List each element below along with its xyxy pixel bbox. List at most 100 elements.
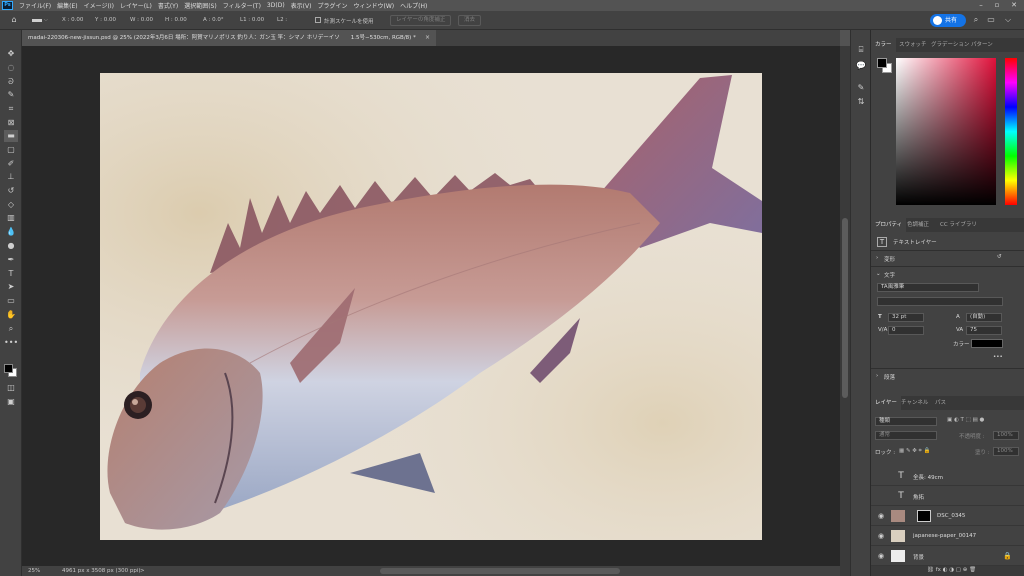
leading-field[interactable]: (自動)	[966, 313, 1002, 322]
color-picker-field[interactable]	[896, 58, 996, 205]
reset-icon[interactable]: ↺	[997, 254, 1002, 260]
font-size-field[interactable]: 32 pt	[888, 313, 924, 322]
font-style-select[interactable]	[877, 297, 1003, 306]
zoom-level[interactable]: 25%	[28, 566, 40, 576]
menu-plugins[interactable]: プラグイン	[314, 1, 350, 10]
tab-adjustments[interactable]: 色調補正	[903, 218, 933, 232]
crop-tool-icon[interactable]: ⌗	[4, 103, 18, 115]
fg-color-chip[interactable]	[877, 58, 887, 68]
marquee-tool-icon[interactable]: ◌	[4, 62, 18, 74]
tab-swatches[interactable]: スウォッチ	[895, 38, 931, 52]
blend-mode-select[interactable]: 通常	[875, 431, 937, 440]
clone-stamp-icon[interactable]: ⊥	[4, 171, 18, 183]
layer-filter-icons[interactable]: ▣ ◐ T ⬚ ▤ ●	[947, 417, 984, 423]
menu-image[interactable]: イメージ(I)	[81, 1, 117, 10]
home-icon[interactable]: ⌂	[9, 15, 19, 25]
clear-button[interactable]: 消去	[458, 15, 482, 26]
pen-tool-icon[interactable]: ✒	[4, 254, 18, 266]
menu-edit[interactable]: 編集(E)	[54, 1, 80, 10]
vertical-scrollbar[interactable]	[842, 218, 848, 398]
shape-tool-icon[interactable]: ▭	[4, 295, 18, 307]
tab-properties[interactable]: プロパティ	[871, 218, 907, 232]
paragraph-chevron-icon[interactable]: ›	[876, 373, 878, 379]
straighten-layer-button[interactable]: レイヤーの角度補正	[390, 15, 452, 26]
quick-mask-icon[interactable]: ◫	[4, 382, 18, 394]
status-arrow-icon[interactable]: >	[140, 566, 145, 576]
layer-mask-thumbnail[interactable]	[917, 510, 931, 522]
layer-row[interactable]: ◉ japanese-paper_00147	[871, 527, 1024, 546]
tab-close-icon[interactable]: ×	[425, 30, 430, 46]
tab-color[interactable]: カラー	[871, 38, 896, 52]
lock-icons[interactable]: ▦ ✎ ✥ ⌗ 🔒	[899, 448, 930, 455]
quick-select-tool-icon[interactable]: ✎	[4, 89, 18, 101]
frame-tool-icon[interactable]: ⊠	[4, 117, 18, 129]
layer-action-icons[interactable]: ⛓ fx ◐ ◑ ▢ ⊕ 🗑	[927, 567, 976, 573]
lasso-tool-icon[interactable]: ᘐ	[4, 76, 18, 88]
menu-type[interactable]: 書式(Y)	[155, 1, 181, 10]
close-window-icon[interactable]: ✕	[1008, 0, 1020, 11]
text-color-swatch[interactable]	[971, 339, 1003, 348]
font-family-select[interactable]: TA風雅筆	[877, 283, 979, 292]
menu-help[interactable]: ヘルプ(H)	[397, 1, 430, 10]
ruler-tool-icon[interactable]: ▬	[4, 130, 18, 142]
comment-icon[interactable]: 💬	[855, 60, 867, 72]
tool-preset-chevron-icon[interactable]: ⌵	[44, 17, 48, 23]
menu-window[interactable]: ウィンドウ(W)	[350, 1, 397, 10]
opacity-field[interactable]: 100%	[993, 431, 1019, 440]
visibility-eye-icon[interactable]: ◉	[877, 552, 885, 560]
tracking-field[interactable]: 0	[888, 326, 924, 335]
layer-row[interactable]: ◉ DSC_0345	[871, 507, 1024, 526]
workspace-chevron-icon[interactable]: ⌵	[1003, 15, 1013, 25]
type-tool-icon[interactable]: T	[4, 268, 18, 280]
photoshop-logo[interactable]: Ps	[2, 1, 13, 10]
fill-field[interactable]: 100%	[993, 447, 1019, 456]
history-brush-icon[interactable]: ↺	[4, 185, 18, 197]
path-select-icon[interactable]: ➤	[4, 281, 18, 293]
text-section-chevron-icon[interactable]: ⌄	[876, 271, 881, 277]
layer-row[interactable]: T 全長: 49cm	[871, 467, 1024, 486]
adjust-icon[interactable]: ⇅	[855, 96, 867, 108]
move-tool-icon[interactable]: ✥	[4, 48, 18, 60]
menu-3d[interactable]: 3D(D)	[264, 2, 288, 9]
hue-slider[interactable]	[1005, 58, 1017, 205]
layer-filter-select[interactable]: 種類	[875, 417, 937, 426]
menu-view[interactable]: 表示(V)	[288, 1, 315, 10]
horizontal-scrollbar[interactable]	[380, 568, 620, 574]
gradient-tool-icon[interactable]: ▥	[4, 212, 18, 224]
document-tab[interactable]: madai-220306-new-jissun.psd @ 25% (2022年…	[22, 30, 436, 46]
more-tools-icon[interactable]: •••	[4, 337, 18, 349]
more-options-icon[interactable]: •••	[993, 354, 1003, 360]
search-icon[interactable]: ⌕	[971, 15, 981, 25]
blur-tool-icon[interactable]: 💧	[4, 226, 18, 238]
hand-tool-icon[interactable]: ✋	[4, 309, 18, 321]
tab-libraries[interactable]: CC ライブラリ	[936, 218, 981, 232]
zoom-tool-icon[interactable]: ⌕	[4, 323, 18, 335]
dodge-tool-icon[interactable]: ●	[4, 240, 18, 252]
brush-settings-icon[interactable]: ✎	[855, 82, 867, 94]
brush-tool-icon[interactable]: ✐	[4, 158, 18, 170]
tab-channels[interactable]: チャンネル	[897, 396, 932, 410]
tab-patterns[interactable]: パターン	[967, 38, 997, 52]
foreground-color-swatch[interactable]	[4, 364, 13, 373]
layer-row[interactable]: T 魚拓	[871, 487, 1024, 506]
history-icon[interactable]: ⌸	[855, 44, 867, 56]
text-section[interactable]: 文字	[884, 271, 895, 279]
menu-file[interactable]: ファイル(F)	[16, 1, 54, 10]
measurement-scale-checkbox[interactable]	[315, 17, 321, 23]
workspace-icon[interactable]: ▭	[986, 15, 996, 25]
menu-select[interactable]: 選択範囲(S)	[181, 1, 220, 10]
document-canvas[interactable]	[100, 73, 762, 540]
ruler-tool-icon[interactable]	[32, 19, 42, 22]
transform-section[interactable]: 変形	[884, 255, 895, 263]
maximize-icon[interactable]: ▫	[991, 0, 1003, 11]
transform-chevron-icon[interactable]: ›	[876, 255, 878, 261]
share-button[interactable]: 共有	[930, 14, 966, 27]
visibility-eye-icon[interactable]: ◉	[877, 512, 885, 520]
tab-paths[interactable]: パス	[931, 396, 950, 410]
healing-brush-icon[interactable]: ▢	[4, 144, 18, 156]
visibility-eye-icon[interactable]: ◉	[877, 532, 885, 540]
eraser-tool-icon[interactable]: ◇	[4, 199, 18, 211]
paragraph-section[interactable]: 段落	[884, 373, 895, 381]
minimize-icon[interactable]: –	[975, 0, 987, 11]
menu-layer[interactable]: レイヤー(L)	[117, 1, 155, 10]
